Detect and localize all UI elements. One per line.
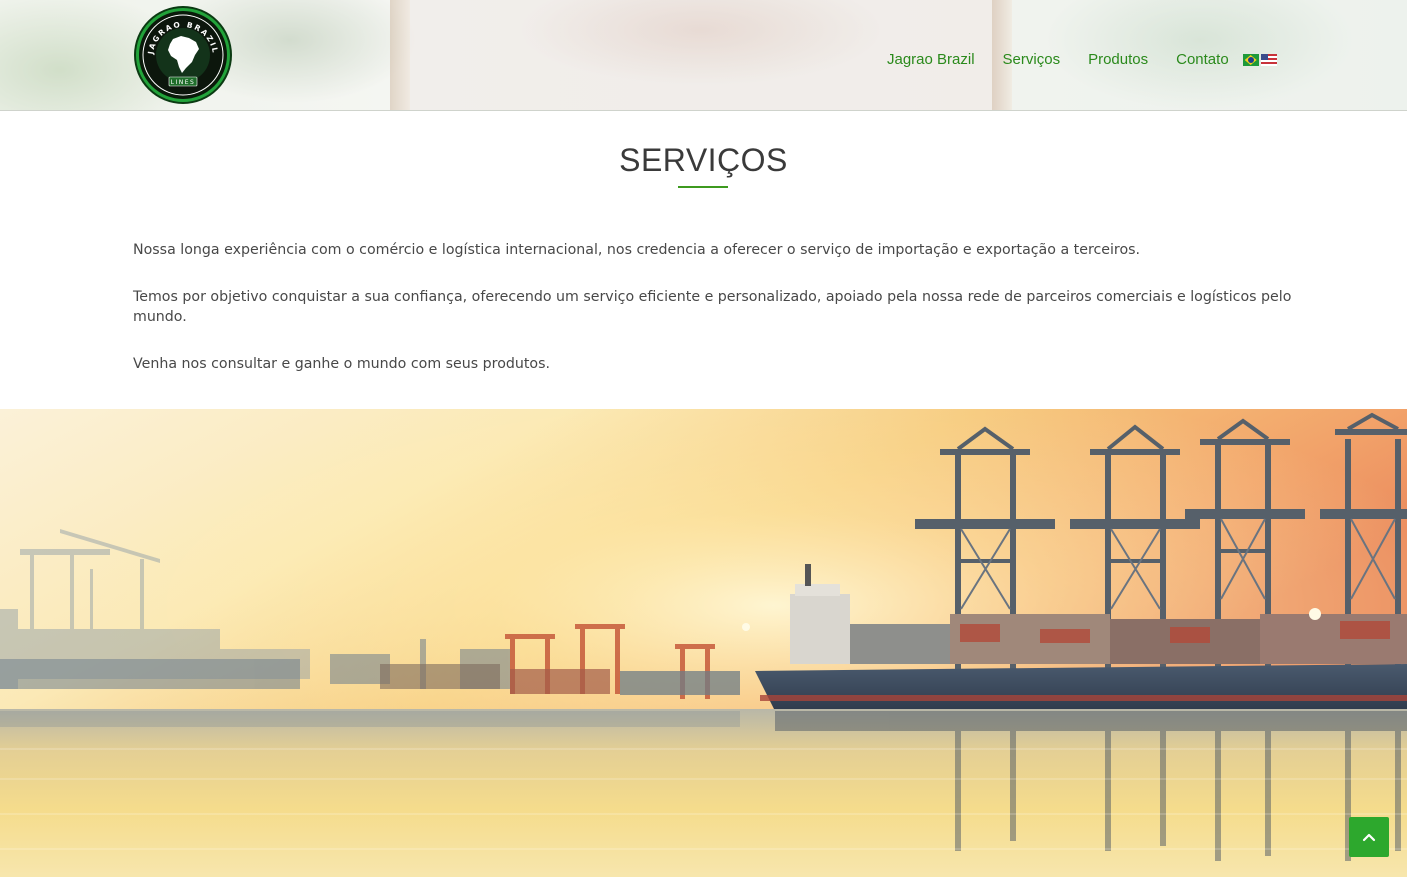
services-content: Nossa longa experiência com o comércio e… [133,240,1293,401]
usa-flag-icon[interactable] [1260,54,1277,66]
back-to-top-button[interactable] [1349,817,1389,857]
page-title: SERVIÇOS [619,142,788,178]
nav-item-contato[interactable]: Contato [1176,51,1229,69]
nav-item-jagrao-brazil[interactable]: Jagrao Brazil [887,51,975,69]
nav-item-servicos[interactable]: Serviços [1003,51,1061,69]
port-cranes-illustration [0,409,1407,877]
logo-text-bottom: LINES [171,79,196,86]
services-paragraph: Temos por objetivo conquistar a sua conf… [133,289,1292,325]
chevron-up-icon [1362,833,1376,842]
site-logo[interactable]: JAGRAO BRAZIL LINES [136,8,230,102]
brazil-flag-icon[interactable] [1242,54,1259,66]
services-paragraph: Venha nos consultar e ganhe o mundo com … [133,356,551,372]
services-paragraph: Nossa longa experiência com o comércio e… [133,242,1141,258]
site-header: JAGRAO BRAZIL LINES Jagrao Brazil Serviç… [0,0,1407,111]
title-underline [678,186,728,188]
nav-item-produtos[interactable]: Produtos [1088,51,1148,69]
header-image-divider [390,0,410,110]
logo-emblem-icon: JAGRAO BRAZIL LINES [142,14,224,96]
port-banner-image [0,409,1407,877]
main-nav: Jagrao Brazil Serviços Produtos Contato [887,51,1279,69]
